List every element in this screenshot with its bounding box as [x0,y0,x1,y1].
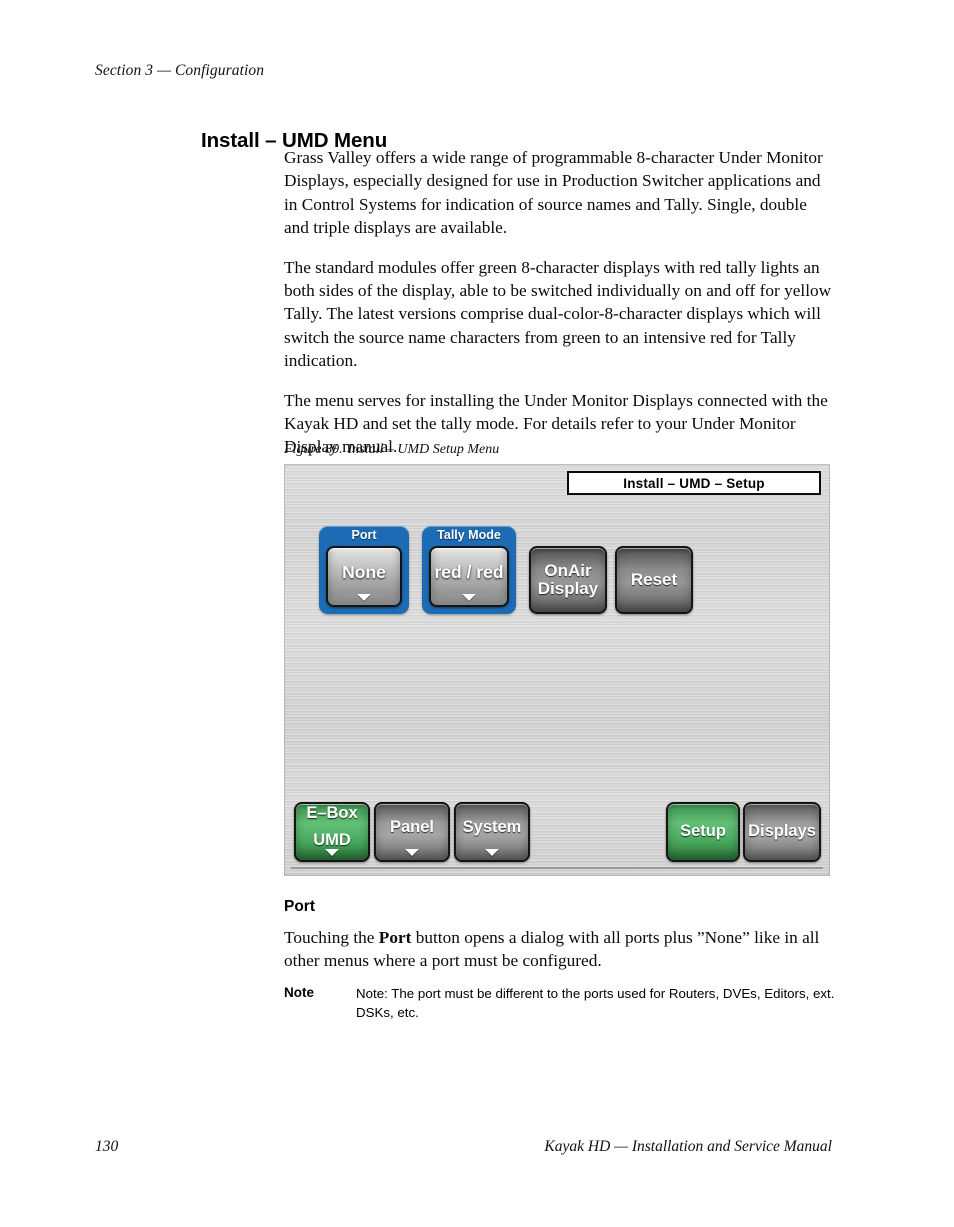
port-text-before-bold: Touching the [284,928,379,947]
panel-bottom-divider [291,867,823,869]
param-group-port[interactable]: Port None [319,526,409,614]
note-block: Note Note: The port must be different to… [284,985,836,1022]
onair-display-label-line1: OnAir [544,560,592,580]
paragraph-2: The standard modules offer green 8-chara… [284,257,832,371]
running-header: Section 3 — Configuration [95,62,265,79]
paragraph-1: Grass Valley offers a wide range of prog… [284,148,823,238]
document-page: Section 3 — Configuration Install – UMD … [0,0,954,1227]
umd-setup-menu-screenshot: Install – UMD – Setup Port None Tally Mo… [284,464,830,876]
chevron-down-icon [405,849,419,856]
nav-system-button[interactable]: System [454,802,530,862]
body-text-column: Grass Valley offers a wide range of prog… [284,146,832,475]
figure-caption: Figure 89. Install – UMD Setup Menu [284,442,499,458]
nav-setup-label: Setup [680,822,726,841]
nav-ebox-umd-label-line1: E–Box [306,804,358,823]
nav-displays-button[interactable]: Displays [743,802,821,862]
figure-caption-number: Figure 89. [284,442,343,457]
figure-caption-text: Install – UMD Setup Menu [347,442,500,457]
note-label: Note [284,985,314,1000]
port-value-button[interactable]: None [326,546,402,607]
nav-panel-label: Panel [389,817,435,836]
nav-setup-button[interactable]: Setup [666,802,740,862]
port-section-paragraph: Touching the Port button opens a dialog … [284,926,836,973]
param-group-tally-mode[interactable]: Tally Mode red / red [422,526,516,614]
port-section-heading: Port [284,898,315,915]
chevron-down-icon [357,594,371,601]
param-group-port-label: Port [351,528,377,542]
chevron-down-icon [462,594,476,601]
nav-system-label: System [462,817,522,836]
nav-displays-label: Displays [748,822,816,841]
port-bold-word: Port [378,928,412,947]
reset-button[interactable]: Reset [615,546,693,614]
tally-mode-value-button[interactable]: red / red [429,546,509,607]
chevron-down-icon [485,849,499,856]
chevron-down-icon [325,849,339,856]
footer-manual-title: Kayak HD — Installation and Service Manu… [544,1138,832,1155]
onair-display-label-line2: Display [537,579,599,598]
nav-panel-button[interactable]: Panel [374,802,450,862]
tally-mode-value-label: red / red [434,562,504,583]
footer-page-number: 130 [95,1138,119,1155]
reset-label: Reset [630,569,678,589]
port-value-label: None [342,562,386,583]
menu-title-bar: Install – UMD – Setup [567,471,821,495]
note-text: Note: The port must be different to the … [356,986,835,1020]
onair-display-button[interactable]: OnAir Display [529,546,607,614]
param-group-tally-mode-label: Tally Mode [437,528,501,542]
nav-ebox-umd-button[interactable]: E–Box UMD [294,802,370,862]
